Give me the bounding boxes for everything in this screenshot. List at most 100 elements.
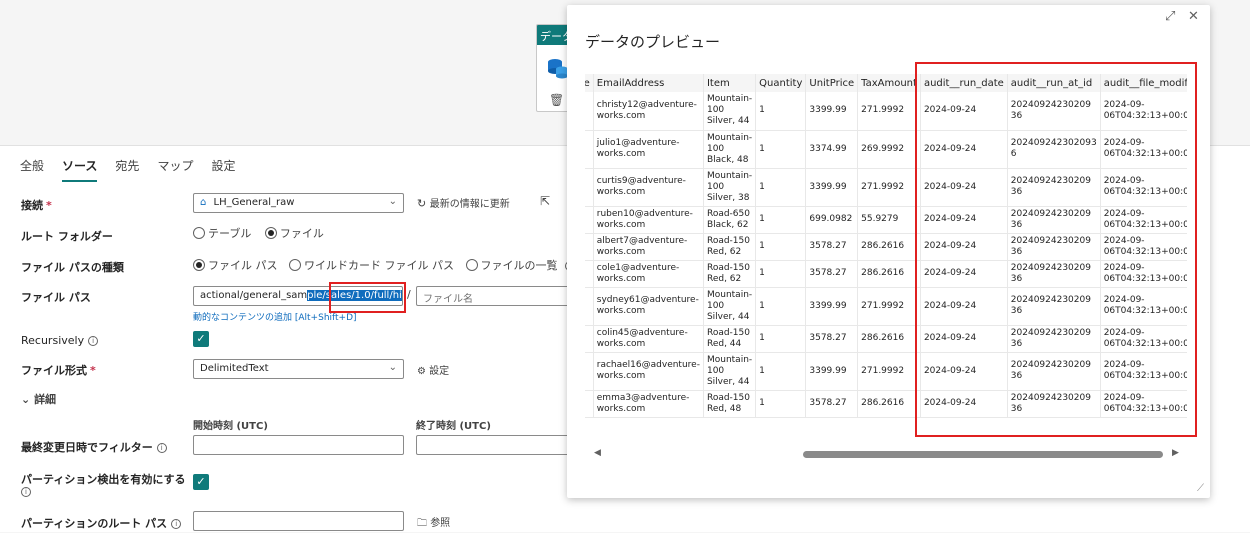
- highlight-box-path: [329, 282, 406, 313]
- close-icon[interactable]: ✕: [1188, 9, 1199, 24]
- radio-table[interactable]: テーブル: [193, 227, 251, 240]
- refresh-button[interactable]: ↻ 最新の情報に更新: [417, 195, 510, 210]
- table-cell: Wright: [585, 287, 594, 326]
- table-cell: 286.2616: [857, 233, 921, 261]
- column-header: Item: [703, 74, 757, 92]
- file-format-select[interactable]: DelimitedText ⌄: [193, 359, 404, 379]
- table-cell: 3399.99: [805, 287, 859, 326]
- path-type-label: ファイル パスの種類: [21, 261, 124, 274]
- start-time-label: 開始時刻 (UTC): [193, 421, 268, 432]
- table-cell: Road-650 Black, 62: [703, 206, 757, 234]
- table-cell: emma3@adventure-works.com: [593, 390, 704, 418]
- panel-tabs: 全般 ソース 宛先 マップ 設定: [20, 154, 253, 182]
- recursively-checkbox[interactable]: ✓: [193, 331, 209, 347]
- table-cell: 286.2616: [857, 260, 921, 288]
- table-cell: 1: [755, 260, 807, 288]
- end-time-input[interactable]: [416, 435, 576, 455]
- partition-root-label: パーティションのルート パス i: [21, 515, 182, 531]
- table-cell: hand: [585, 325, 594, 353]
- table-cell: u: [585, 168, 594, 207]
- table-cell: Road-150 Red, 48: [703, 390, 757, 418]
- scrollbar-thumb[interactable]: [803, 451, 1163, 458]
- table-cell: cole1@adventure-works.com: [593, 260, 704, 288]
- table-cell: 271.9992: [857, 168, 921, 207]
- tab-destination[interactable]: 宛先: [115, 154, 139, 182]
- folder-icon: 🗀: [417, 518, 427, 529]
- column-header: erName: [585, 74, 594, 92]
- database-icon: [548, 59, 568, 79]
- table-cell: albert7@adventure-works.com: [593, 233, 704, 261]
- table-cell: 1: [755, 352, 807, 391]
- browse-button[interactable]: 🗀 参照: [417, 514, 450, 533]
- table-cell: Mountain-100 Black, 48: [703, 130, 757, 169]
- horizontal-scrollbar[interactable]: ◀ ▶: [592, 448, 1182, 460]
- table-cell: 3399.99: [805, 92, 859, 131]
- data-preview-dialog: データのプレビュー ⤢ ✕ erNameEmailAddressItemQuan…: [567, 5, 1210, 498]
- table-cell: Road-150 Red, 62: [703, 233, 757, 261]
- table-cell: 3399.99: [805, 168, 859, 207]
- scroll-left-icon[interactable]: ◀: [594, 448, 601, 458]
- chevron-down-icon: ⌄: [388, 196, 397, 207]
- chevron-down-icon: ⌄: [21, 393, 31, 406]
- table-cell: 3578.27: [805, 325, 859, 353]
- recursively-label: Recursively i: [21, 334, 99, 347]
- table-cell: 3399.99: [805, 352, 859, 391]
- chevron-down-icon: ⌄: [388, 362, 397, 373]
- table-cell: Mountain-100 Silver, 44: [703, 287, 757, 326]
- table-cell: Road-150 Red, 62: [703, 260, 757, 288]
- table-cell: 1: [755, 130, 807, 169]
- table-cell: colin45@adventure-works.com: [593, 325, 704, 353]
- table-cell: 1: [755, 390, 807, 418]
- lakehouse-icon: ⌂: [200, 197, 207, 208]
- resize-grip-icon[interactable]: ⟋: [1197, 483, 1204, 494]
- table-cell: 1: [755, 325, 807, 353]
- table-cell: sydney61@adventure-works.com: [593, 287, 704, 326]
- start-time-input[interactable]: [193, 435, 404, 455]
- table-cell: 271.9992: [857, 287, 921, 326]
- table-cell: julio1@adventure-works.com: [593, 130, 704, 169]
- column-header: TaxAmount: [857, 74, 921, 92]
- table-cell: Mountain-100 Silver, 44: [703, 92, 757, 131]
- scroll-right-icon[interactable]: ▶: [1172, 448, 1179, 458]
- format-settings-button[interactable]: ⚙ 設定: [417, 362, 449, 377]
- tab-general[interactable]: 全般: [20, 154, 44, 182]
- connection-label: 接続 *: [21, 199, 52, 212]
- file-format-label: ファイル形式 *: [21, 364, 96, 377]
- table-cell: Prasad: [585, 206, 594, 234]
- tab-source[interactable]: ソース: [62, 154, 98, 182]
- connection-select[interactable]: ⌂ LH_General_raw ⌄: [193, 193, 404, 213]
- root-folder-options: テーブル ファイル: [193, 225, 324, 241]
- filter-label: 最終変更日時でフィルター i: [21, 439, 167, 455]
- info-icon: i: [88, 336, 99, 346]
- radio-file-path[interactable]: ファイル パス: [193, 259, 278, 272]
- path-separator: /: [407, 288, 411, 301]
- advanced-toggle[interactable]: ⌄ 詳細: [21, 391, 56, 407]
- table-cell: 286.2616: [857, 325, 921, 353]
- table-cell: 3578.27: [805, 233, 859, 261]
- radio-wildcard-path[interactable]: ワイルドカード ファイル パス: [289, 259, 454, 272]
- expand-icon[interactable]: ⤢: [1165, 9, 1175, 24]
- table-cell: 1: [755, 206, 807, 234]
- column-header: UnitPrice: [805, 74, 859, 92]
- table-cell: ruben10@adventure-works.com: [593, 206, 704, 234]
- tab-mapping[interactable]: マップ: [157, 154, 193, 182]
- info-icon: i: [21, 485, 31, 498]
- table-cell: iz: [585, 130, 594, 169]
- end-time-label: 終了時刻 (UTC): [416, 421, 491, 432]
- open-icon[interactable]: ⇱: [540, 194, 550, 208]
- delete-icon[interactable]: 🗑: [549, 93, 564, 107]
- partition-root-input[interactable]: [193, 511, 404, 531]
- settings-icon: ⚙: [417, 366, 426, 377]
- radio-file-list[interactable]: ファイルの一覧: [465, 259, 558, 272]
- radio-file[interactable]: ファイル: [264, 227, 324, 240]
- tab-settings[interactable]: 設定: [211, 154, 235, 182]
- table-cell: Zhu: [585, 92, 594, 131]
- table-cell: christy12@adventure-works.com: [593, 92, 704, 131]
- partition-checkbox[interactable]: ✓: [193, 474, 209, 490]
- refresh-icon: ↻: [417, 197, 427, 210]
- table-cell: 3374.99: [805, 130, 859, 169]
- partition-label: パーティション検出を有効にする: [21, 473, 186, 486]
- table-cell: 1: [755, 287, 807, 326]
- file-name-input[interactable]: ファイル名: [416, 286, 576, 306]
- table-cell: 269.9992: [857, 130, 921, 169]
